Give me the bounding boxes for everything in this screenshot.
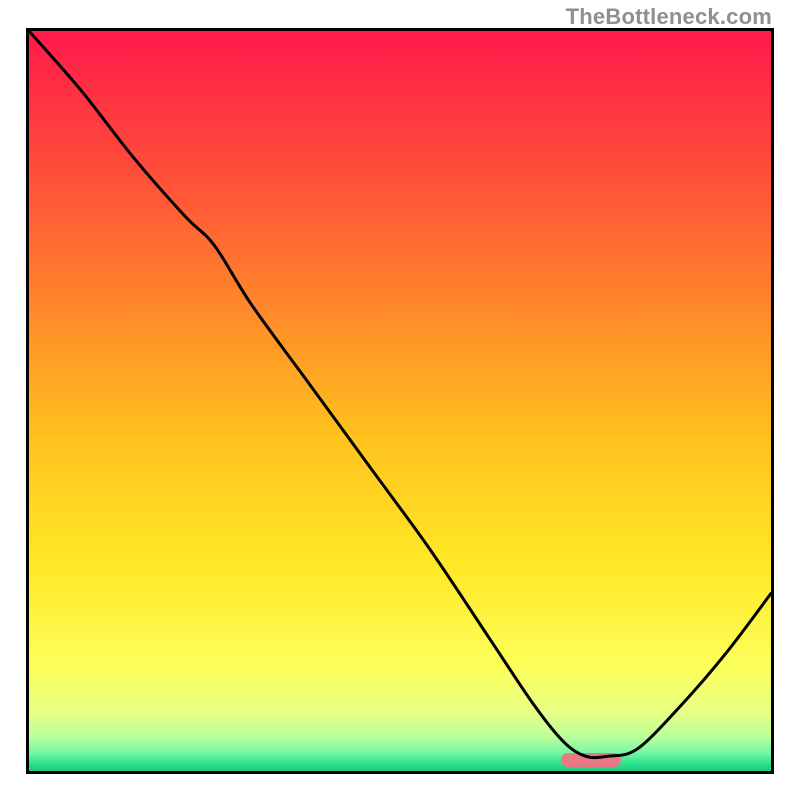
chart-frame: TheBottleneck.com [0,0,800,800]
bottleneck-curve [29,31,771,771]
watermark-text: TheBottleneck.com [566,4,772,30]
